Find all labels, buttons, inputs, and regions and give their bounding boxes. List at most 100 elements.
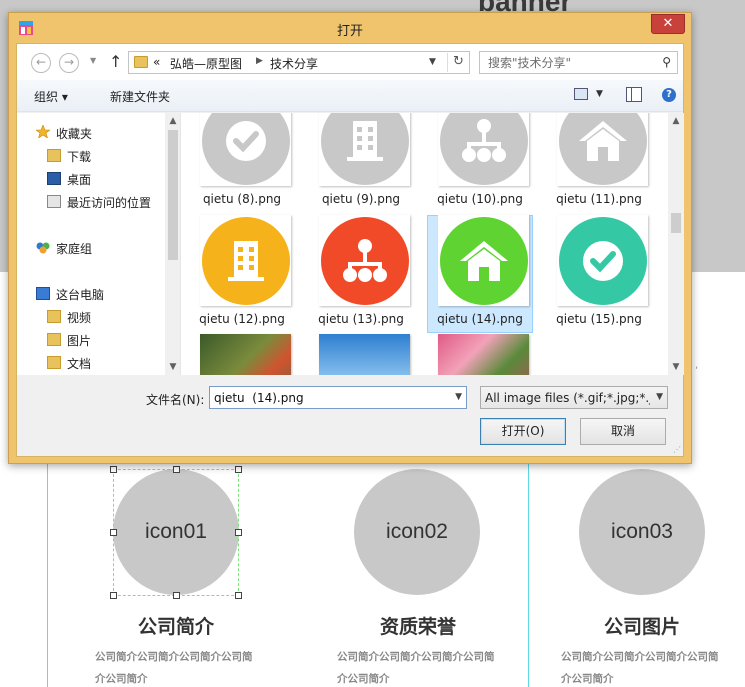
file-name: qietu (12).png xyxy=(199,312,285,326)
help-icon[interactable]: ? xyxy=(662,88,676,102)
back-button[interactable]: ← xyxy=(31,53,51,73)
section-title: 公司简介 xyxy=(137,616,214,638)
flowers-photo xyxy=(200,334,291,375)
chevron-down-icon: ▼ xyxy=(656,392,663,402)
resize-handle[interactable] xyxy=(173,466,180,473)
file-thumbnail xyxy=(200,113,291,186)
cancel-button[interactable]: 取消 xyxy=(580,418,666,445)
file-name: qietu (10).png xyxy=(437,192,523,206)
file-tile[interactable]: qietu (11).png xyxy=(546,113,652,213)
icon-label: icon03 xyxy=(611,520,673,543)
refresh-button[interactable]: ↻ xyxy=(447,53,469,72)
forward-arrow-icon: → xyxy=(63,55,75,69)
icon02-placeholder[interactable]: icon02 xyxy=(354,469,480,595)
breadcrumb-overflow[interactable]: « xyxy=(153,55,160,69)
nav-item-desktop[interactable]: 桌面 xyxy=(67,171,91,188)
close-button[interactable]: ✕ xyxy=(651,14,685,34)
file-name: qietu (8).png xyxy=(202,192,282,206)
breadcrumb-chevron-icon[interactable]: ▶ xyxy=(256,56,263,66)
pictures-folder-icon xyxy=(47,333,61,346)
filename-combobox[interactable]: ▼ xyxy=(209,386,467,409)
navigation-pane: 收藏夹 下载 桌面 最近访问的位置 家庭组 这台电脑 视频 图片 文档 ▲ ▼ xyxy=(17,113,181,375)
resize-handle[interactable] xyxy=(110,529,117,536)
search-input[interactable] xyxy=(480,52,655,73)
computer-icon xyxy=(36,287,50,300)
organize-button[interactable]: 组织 ▾ xyxy=(34,88,68,105)
resize-handle[interactable] xyxy=(235,466,242,473)
section-desc: 公司简介公司简介公司简介公司简 介公司简介 xyxy=(561,651,719,685)
search-box[interactable]: ⚲ xyxy=(479,51,678,74)
file-list-scrollbar[interactable]: ▲ ▼ xyxy=(668,113,684,375)
scroll-down-icon[interactable]: ▼ xyxy=(165,362,180,372)
change-view-icon[interactable] xyxy=(574,88,588,100)
resize-handle[interactable] xyxy=(235,529,242,536)
nav-item-downloads[interactable]: 下载 xyxy=(67,148,91,165)
nav-scrollbar[interactable]: ▲ ▼ xyxy=(165,113,180,375)
file-tile-selected[interactable]: qietu (14).png xyxy=(427,215,533,333)
resize-handle[interactable] xyxy=(110,466,117,473)
nav-item-documents[interactable]: 文档 xyxy=(67,355,91,372)
address-dropdown[interactable]: ▼ xyxy=(429,57,436,67)
open-button[interactable]: 打开(O) xyxy=(480,418,566,445)
search-icon[interactable]: ⚲ xyxy=(662,55,671,69)
preview-pane-icon[interactable] xyxy=(626,87,642,102)
folder-icon xyxy=(134,56,148,68)
back-arrow-icon: ← xyxy=(35,55,47,69)
dialog-body: ← → ▼ ↑ « 弘皓—原型图 ▶ 技术分享 ▼ ↻ ⚲ 组织 ▾ 新建文件夹 xyxy=(16,43,684,457)
file-thumbnail xyxy=(438,113,529,186)
section-desc: 公司简介公司简介公司简介公司简 介公司简介 xyxy=(95,651,253,685)
resize-handle[interactable] xyxy=(235,592,242,599)
file-tile[interactable]: qietu (8).png xyxy=(189,113,295,213)
file-name: qietu (11).png xyxy=(556,192,642,206)
recent-places-icon xyxy=(47,195,61,208)
chevron-down-icon[interactable]: ▼ xyxy=(455,392,462,402)
scroll-up-icon[interactable]: ▲ xyxy=(165,116,180,126)
nav-item-homegroup[interactable]: 家庭组 xyxy=(56,240,92,257)
filename-label: 文件名(N): xyxy=(146,393,205,407)
sky-photo xyxy=(319,334,410,375)
icon03-placeholder[interactable]: icon03 xyxy=(579,469,705,595)
nav-item-videos[interactable]: 视频 xyxy=(67,309,91,326)
download-folder-icon xyxy=(47,149,61,162)
resize-handle[interactable] xyxy=(110,592,117,599)
new-folder-button[interactable]: 新建文件夹 xyxy=(110,88,170,105)
breadcrumb-segment[interactable]: 弘皓—原型图 xyxy=(170,55,242,72)
resize-grip-icon[interactable]: ⋰ xyxy=(673,445,681,454)
breadcrumb-segment[interactable]: 技术分享 xyxy=(270,55,318,72)
file-type-select[interactable]: All image files (*.gif;*.jpg;*.jp ▼ xyxy=(480,386,668,409)
nav-item-this-pc[interactable]: 这台电脑 xyxy=(56,286,104,303)
view-options-dropdown[interactable]: ▼ xyxy=(596,89,603,99)
nav-item-recent[interactable]: 最近访问的位置 xyxy=(67,194,151,211)
nav-item-favorites[interactable]: 收藏夹 xyxy=(56,125,92,142)
address-row: ← → ▼ ↑ « 弘皓—原型图 ▶ 技术分享 ▼ ↻ ⚲ xyxy=(17,44,683,80)
nav-item-pictures[interactable]: 图片 xyxy=(67,332,91,349)
icon-label: icon02 xyxy=(386,520,448,543)
file-thumbnail xyxy=(438,215,529,306)
file-list-scroll-thumb[interactable] xyxy=(671,213,681,233)
file-tile[interactable]: qietu (13).png xyxy=(308,215,414,333)
file-tile[interactable]: qietu (9).png xyxy=(308,113,414,213)
forward-button[interactable]: → xyxy=(59,53,79,73)
nav-scroll-thumb[interactable] xyxy=(168,130,178,260)
file-tile[interactable]: qietu (12).png xyxy=(189,215,295,333)
recent-locations-dropdown[interactable]: ▼ xyxy=(90,56,96,65)
up-button[interactable]: ↑ xyxy=(109,52,122,71)
file-tile[interactable]: qietu (15).png xyxy=(546,215,652,333)
file-thumbnail xyxy=(319,215,410,306)
file-tile[interactable] xyxy=(308,334,414,375)
org-chart-icon xyxy=(439,113,528,185)
filename-input[interactable] xyxy=(210,387,446,408)
file-tile[interactable] xyxy=(189,334,295,375)
dialog-titlebar[interactable]: 打开 ✕ xyxy=(9,13,691,43)
close-icon: ✕ xyxy=(662,16,674,31)
check-icon xyxy=(201,113,290,185)
address-bar[interactable]: « 弘皓—原型图 ▶ 技术分享 ▼ ↻ xyxy=(128,51,470,74)
file-tile[interactable]: qietu (10).png xyxy=(427,113,533,213)
scroll-down-icon[interactable]: ▼ xyxy=(668,362,684,372)
resize-handle[interactable] xyxy=(173,592,180,599)
file-tile[interactable] xyxy=(427,334,533,375)
scroll-up-icon[interactable]: ▲ xyxy=(668,116,684,126)
documents-folder-icon xyxy=(47,356,61,369)
up-arrow-icon: ↑ xyxy=(109,52,123,71)
file-thumbnail xyxy=(557,215,648,306)
